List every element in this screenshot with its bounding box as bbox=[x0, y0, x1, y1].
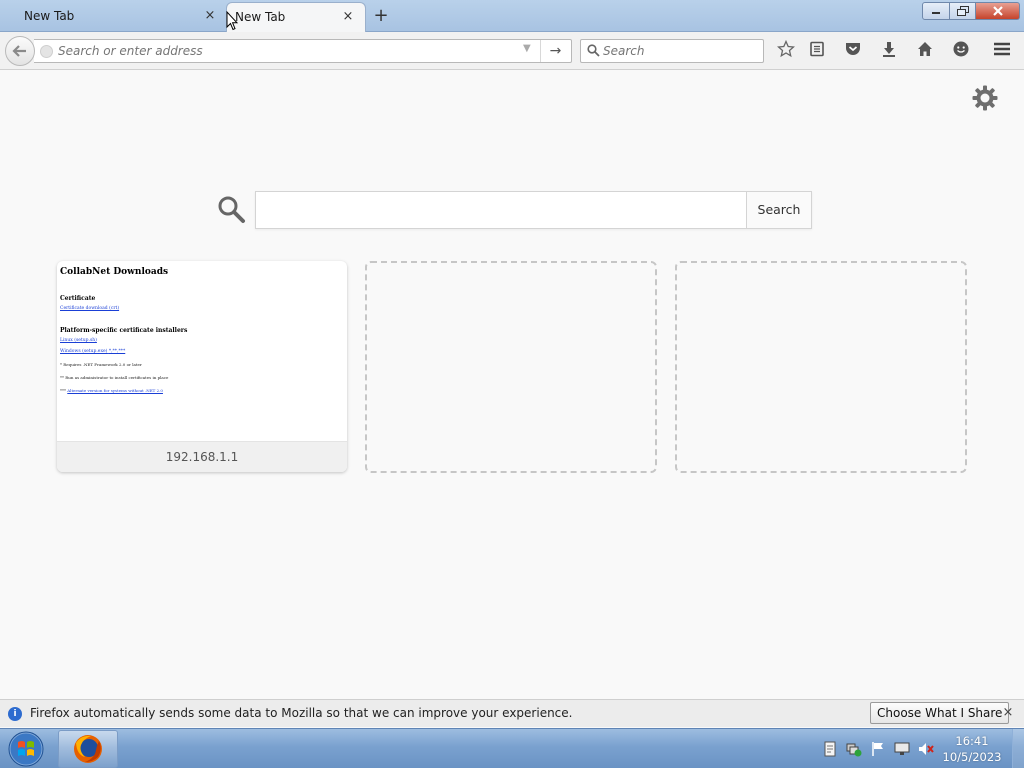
new-tab-button[interactable]: + bbox=[372, 6, 390, 26]
thumbnail-note: * Requires .NET Framework 2.0 or later bbox=[60, 362, 142, 367]
search-icon bbox=[587, 44, 600, 57]
downloads-icon[interactable] bbox=[878, 40, 900, 62]
firefox-icon bbox=[74, 735, 102, 763]
taskbar: 16:41 10/5/2023 bbox=[0, 728, 1024, 768]
newtab-search-input[interactable] bbox=[256, 192, 746, 228]
menu-icon[interactable] bbox=[991, 40, 1013, 62]
windows-logo-icon bbox=[8, 731, 44, 767]
thumbnail-link-suffix: *,**,*** bbox=[108, 349, 126, 354]
notification-message: Firefox automatically sends some data to… bbox=[30, 706, 573, 720]
search-icon bbox=[218, 196, 245, 223]
tab-new-tab-2[interactable]: New Tab × bbox=[226, 2, 366, 32]
pocket-icon[interactable] bbox=[842, 40, 864, 62]
tab-new-tab-1[interactable]: New Tab × bbox=[2, 2, 224, 32]
url-bar[interactable]: ▼ → bbox=[34, 39, 572, 63]
firefox-taskbar-button[interactable] bbox=[58, 730, 118, 768]
minimize-button[interactable] bbox=[922, 2, 950, 20]
bookmark-star-icon[interactable] bbox=[775, 39, 797, 62]
navigation-toolbar: ▼ → bbox=[0, 32, 1024, 70]
info-icon: i bbox=[8, 707, 22, 721]
history-dropdown-icon[interactable]: ▼ bbox=[523, 43, 531, 54]
thumbnail-section: Platform-specific certificate installers bbox=[60, 327, 188, 334]
tile-thumbnail: CollabNet Downloads Certificate Certific… bbox=[57, 261, 347, 441]
display-icon[interactable] bbox=[894, 741, 910, 757]
thumbnail-note-row: *** Alternate version for systems withou… bbox=[60, 388, 344, 393]
tile-caption: 192.168.1.1 bbox=[57, 441, 347, 472]
gear-icon[interactable] bbox=[970, 84, 1000, 114]
close-tab-icon[interactable]: × bbox=[341, 3, 355, 31]
tab-label: New Tab bbox=[235, 10, 286, 24]
choose-what-i-share-button[interactable]: Choose What I Share bbox=[870, 702, 1010, 724]
tab-label: New Tab bbox=[24, 9, 75, 23]
thumbnail-note: ** Run as administrator to install certi… bbox=[60, 375, 169, 380]
thumbnail-link: Certificate download (crt) bbox=[60, 306, 120, 311]
search-bar[interactable] bbox=[580, 39, 764, 63]
thumbnail-link: Linux (setup.sh) bbox=[60, 338, 97, 343]
notification-bar: i Firefox automatically sends some data … bbox=[0, 699, 1024, 727]
empty-tile-placeholder bbox=[365, 261, 657, 473]
top-site-tile[interactable]: CollabNet Downloads Certificate Certific… bbox=[57, 261, 347, 472]
thumbnail-link: Windows (setup.exe) bbox=[60, 349, 108, 354]
newtab-search-box: Search bbox=[255, 191, 812, 229]
volume-muted-icon[interactable] bbox=[918, 741, 934, 757]
reading-list-icon[interactable] bbox=[806, 40, 828, 62]
thumbnail-link: Alternate version for systems without .N… bbox=[67, 388, 163, 393]
hello-chat-icon[interactable] bbox=[950, 40, 972, 62]
close-tab-icon[interactable]: × bbox=[203, 2, 217, 30]
go-arrow-icon[interactable]: → bbox=[540, 40, 570, 62]
restore-icon bbox=[956, 6, 969, 16]
empty-tile-placeholder bbox=[675, 261, 967, 473]
thumbnail-section: Certificate bbox=[60, 295, 96, 302]
minimize-icon bbox=[932, 12, 940, 14]
window-controls bbox=[922, 2, 1020, 20]
thumbnail-note-prefix: *** bbox=[60, 388, 66, 393]
clock-time: 16:41 bbox=[955, 734, 989, 748]
close-window-button[interactable] bbox=[976, 2, 1020, 20]
close-icon bbox=[992, 6, 1003, 16]
action-center-icon[interactable] bbox=[822, 741, 838, 757]
show-desktop-button[interactable] bbox=[1012, 729, 1024, 768]
system-clock[interactable]: 16:41 10/5/2023 bbox=[940, 733, 1004, 765]
search-input[interactable] bbox=[603, 42, 753, 60]
start-button[interactable] bbox=[4, 730, 48, 768]
identity-globe-icon bbox=[40, 45, 53, 58]
url-input[interactable] bbox=[58, 42, 518, 60]
home-icon[interactable] bbox=[914, 40, 936, 62]
back-button[interactable] bbox=[5, 36, 35, 66]
close-notification-icon[interactable]: × bbox=[1000, 704, 1016, 722]
thumbnail-link-row: Windows (setup.exe) *,**,*** bbox=[60, 349, 344, 354]
restore-button[interactable] bbox=[950, 2, 976, 20]
clock-date: 10/5/2023 bbox=[942, 750, 1002, 764]
tab-strip: New Tab × New Tab × + bbox=[0, 0, 1024, 32]
flag-icon[interactable] bbox=[870, 741, 886, 757]
back-arrow-icon bbox=[12, 45, 26, 57]
network-icon[interactable] bbox=[846, 741, 862, 757]
thumbnail-heading: CollabNet Downloads bbox=[60, 267, 169, 277]
newtab-search-button[interactable]: Search bbox=[746, 192, 811, 228]
